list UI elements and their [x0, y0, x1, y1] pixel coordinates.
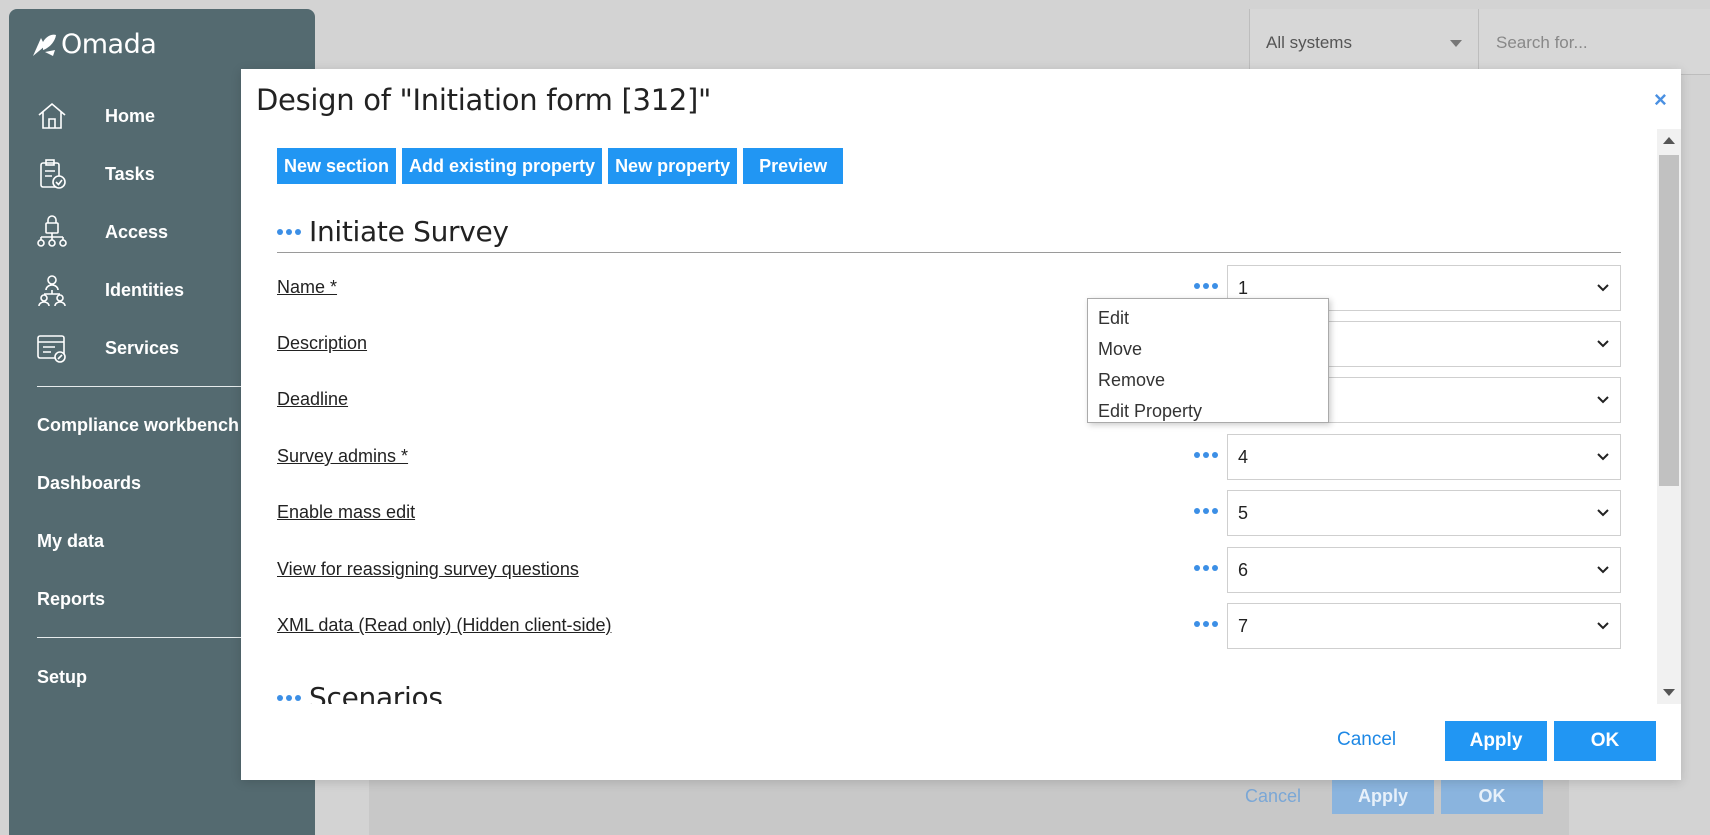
lock-hierarchy-icon: [37, 215, 67, 247]
search-input[interactable]: Search for...: [1480, 9, 1710, 75]
caret-down-icon: [1450, 40, 1462, 47]
row-more-icon[interactable]: [1194, 452, 1218, 458]
background-cancel-button: Cancel: [1245, 786, 1302, 806]
row-more-icon[interactable]: [1194, 508, 1218, 514]
apply-button[interactable]: Apply: [1445, 721, 1547, 761]
property-row: Name * 1: [277, 263, 1621, 311]
chevron-down-icon: [1597, 340, 1609, 348]
nav-setup[interactable]: Setup: [37, 667, 87, 688]
omada-logo[interactable]: Omada: [31, 29, 157, 60]
property-row: Enable mass edit 5: [277, 488, 1621, 536]
property-label[interactable]: Enable mass edit: [277, 502, 415, 523]
next-section-header: Scenarios: [277, 681, 443, 704]
clipboard-check-icon: [40, 159, 66, 189]
ok-button[interactable]: OK: [1554, 721, 1656, 761]
property-label[interactable]: Deadline: [277, 389, 348, 410]
nav-access-label: Access: [105, 221, 169, 242]
dialog-content: New section Add existing property New pr…: [241, 129, 1657, 704]
order-select[interactable]: 7: [1227, 603, 1621, 649]
nav-home[interactable]: Home: [35, 99, 155, 133]
menu-item-move[interactable]: Move: [1088, 334, 1328, 365]
property-label[interactable]: Description: [277, 333, 367, 354]
order-value: 5: [1238, 503, 1249, 523]
nav-my-data[interactable]: My data: [37, 531, 104, 552]
property-row: Survey admins * 4: [277, 432, 1621, 480]
menu-item-edit-property[interactable]: Edit Property: [1088, 396, 1328, 427]
property-label[interactable]: XML data (Read only) (Hidden client-side…: [277, 615, 612, 636]
row-more-icon[interactable]: [1194, 621, 1218, 627]
chevron-down-icon: [1597, 396, 1609, 404]
add-existing-property-button[interactable]: Add existing property: [402, 148, 603, 184]
design-toolbar: New section Add existing property New pr…: [277, 148, 844, 184]
nav-access[interactable]: Access: [35, 215, 168, 249]
scrollbar-thumb[interactable]: [1659, 155, 1679, 486]
property-row: Deadline 3: [277, 375, 1621, 423]
dialog-title: Design of "Initiation form [312]": [256, 83, 712, 117]
logo-text: Omada: [61, 29, 157, 60]
nav-services[interactable]: Services: [35, 331, 179, 365]
property-label[interactable]: View for reassigning survey questions: [277, 559, 579, 580]
row-context-menu: Edit Move Remove Edit Property: [1087, 298, 1329, 423]
section-title: Scenarios: [309, 681, 443, 704]
order-select[interactable]: 6: [1227, 547, 1621, 593]
chevron-down-icon: [1597, 566, 1609, 574]
section-more-icon[interactable]: [277, 228, 301, 235]
nav-identities[interactable]: Identities: [35, 273, 184, 307]
scroll-down-icon[interactable]: [1663, 689, 1675, 696]
chevron-down-icon: [1597, 509, 1609, 517]
chevron-down-icon: [1597, 284, 1609, 292]
close-icon[interactable]: ×: [1654, 87, 1667, 113]
order-value: 1: [1238, 278, 1249, 298]
section-title: Initiate Survey: [309, 215, 509, 248]
scroll-up-icon[interactable]: [1663, 137, 1675, 144]
nav-tasks[interactable]: Tasks: [35, 157, 155, 191]
nav-compliance-workbench[interactable]: Compliance workbench: [37, 415, 239, 436]
menu-item-edit[interactable]: Edit: [1088, 303, 1328, 334]
nav-services-label: Services: [105, 337, 180, 358]
chevron-down-icon: [1597, 453, 1609, 461]
order-select[interactable]: 5: [1227, 490, 1621, 536]
new-property-button[interactable]: New property: [608, 148, 738, 184]
section-header: Initiate Survey: [277, 211, 1621, 253]
property-row: View for reassigning survey questions 6: [277, 545, 1621, 593]
top-bar: All systems Search for...: [1249, 9, 1710, 75]
property-label[interactable]: Name *: [277, 277, 337, 298]
order-value: 6: [1238, 560, 1249, 580]
new-section-button[interactable]: New section: [277, 148, 397, 184]
preview-button[interactable]: Preview: [743, 148, 844, 184]
row-more-icon[interactable]: [1194, 565, 1218, 571]
dialog-scrollbar[interactable]: [1657, 129, 1681, 704]
order-value: 4: [1238, 447, 1249, 467]
order-value: 7: [1238, 616, 1249, 636]
chevron-down-icon: [1597, 622, 1609, 630]
omada-logo-icon: [33, 34, 56, 56]
design-dialog: Design of "Initiation form [312]" × New …: [241, 69, 1681, 780]
cancel-button[interactable]: Cancel: [1325, 720, 1408, 760]
nav-tasks-label: Tasks: [105, 163, 155, 184]
order-select[interactable]: 4: [1227, 434, 1621, 480]
system-select-value: All systems: [1266, 33, 1352, 52]
nav-dashboards[interactable]: Dashboards: [37, 473, 141, 494]
nav-home-label: Home: [105, 105, 156, 126]
people-tree-icon: [38, 275, 66, 307]
system-select[interactable]: All systems: [1250, 9, 1479, 75]
property-row: XML data (Read only) (Hidden client-side…: [277, 601, 1621, 649]
browser-edit-icon: [37, 335, 66, 363]
section-more-icon[interactable]: [277, 694, 301, 701]
nav-identities-label: Identities: [105, 279, 185, 300]
property-row: Description 2: [277, 319, 1621, 367]
property-label[interactable]: Survey admins *: [277, 446, 408, 467]
home-icon: [38, 102, 66, 129]
row-more-icon[interactable]: [1194, 283, 1218, 289]
background-apply-button: Apply: [1332, 779, 1434, 814]
nav-reports[interactable]: Reports: [37, 589, 105, 610]
background-ok-button: OK: [1441, 779, 1543, 814]
menu-item-remove[interactable]: Remove: [1088, 365, 1328, 396]
